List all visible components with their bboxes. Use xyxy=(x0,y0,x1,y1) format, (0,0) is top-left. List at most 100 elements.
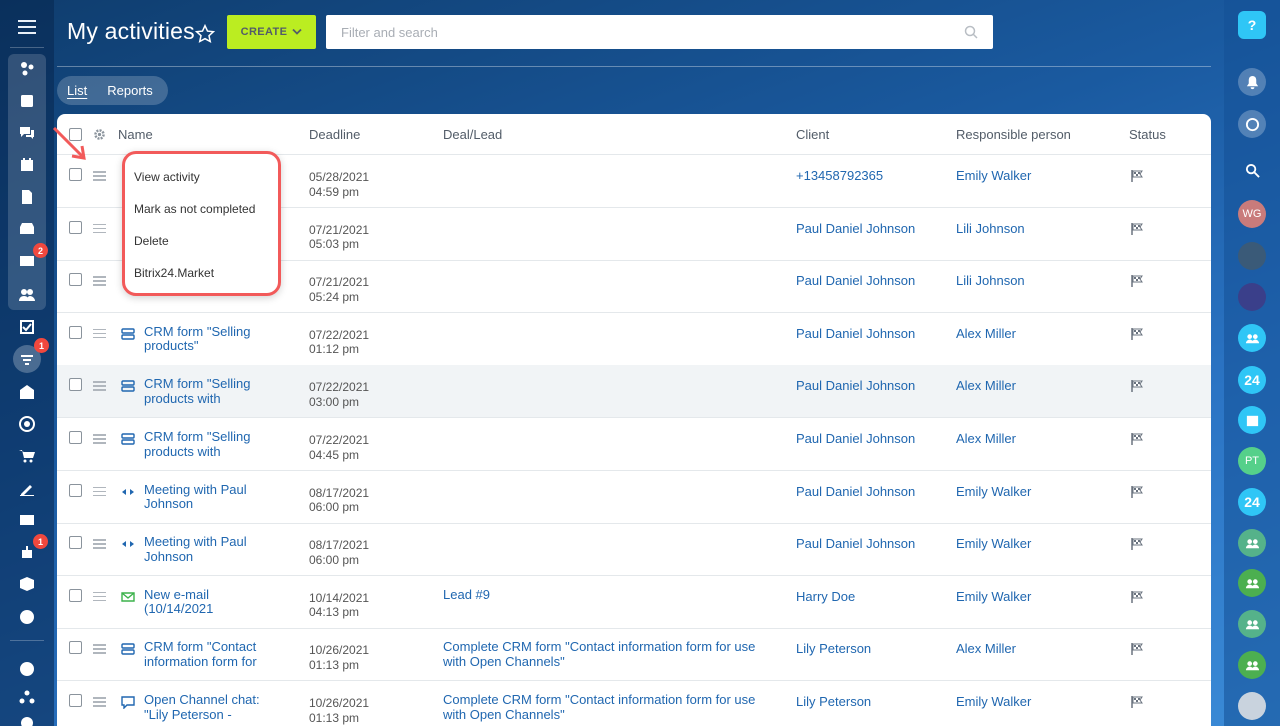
row-menu-icon[interactable] xyxy=(93,434,106,444)
row-menu-icon[interactable] xyxy=(93,276,106,286)
checklist-icon[interactable] xyxy=(16,316,38,338)
activities-icon[interactable]: 1 xyxy=(13,338,49,373)
row-menu-icon[interactable] xyxy=(93,223,106,234)
flag-icon[interactable] xyxy=(1130,485,1144,499)
contacts-icon[interactable] xyxy=(16,284,38,306)
row-checkbox[interactable] xyxy=(69,325,82,339)
row-menu-icon[interactable] xyxy=(93,486,106,497)
row-checkbox[interactable] xyxy=(69,378,82,392)
tab-list[interactable]: List xyxy=(57,83,97,98)
responsible-link[interactable]: Emily Walker xyxy=(956,694,1031,710)
activity-name[interactable]: Meeting with Paul Johnson xyxy=(144,535,294,564)
calendar-icon[interactable] xyxy=(16,154,38,176)
client-link[interactable]: Paul Daniel Johnson xyxy=(796,326,915,342)
column-responsible[interactable]: Responsible person xyxy=(956,127,1071,142)
row-checkbox[interactable] xyxy=(69,536,82,550)
mail-icon[interactable]: 2 xyxy=(16,243,48,272)
row-checkbox[interactable] xyxy=(69,641,82,655)
bell-icon[interactable] xyxy=(1238,68,1266,96)
table-row[interactable]: CRM form "Selling products" 07/22/2021 01:1… xyxy=(57,313,1211,366)
help-icon[interactable] xyxy=(16,658,38,680)
search-people-icon[interactable] xyxy=(1238,156,1266,184)
row-menu-icon[interactable] xyxy=(93,539,106,549)
flag-icon[interactable] xyxy=(1130,327,1144,341)
client-link[interactable]: Paul Daniel Johnson xyxy=(796,484,915,500)
flag-icon[interactable] xyxy=(1130,222,1144,236)
activity-name[interactable]: CRM form "Selling products with xyxy=(144,377,294,406)
sitemap-icon[interactable] xyxy=(16,686,38,708)
responsible-link[interactable]: Emily Walker xyxy=(956,589,1031,605)
documents-icon[interactable] xyxy=(16,186,38,208)
activity-name[interactable]: CRM form "Selling products with xyxy=(144,429,294,459)
column-status[interactable]: Status xyxy=(1129,127,1166,142)
cart-icon[interactable] xyxy=(16,445,38,467)
avatar-pt[interactable]: PT xyxy=(1238,447,1266,475)
group-icon[interactable] xyxy=(1238,610,1266,638)
table-row[interactable]: CRM form "Selling products with 07/22/2021… xyxy=(57,365,1211,419)
row-menu-icon[interactable] xyxy=(93,644,106,654)
column-deadline[interactable]: Deadline xyxy=(309,127,360,142)
responsible-link[interactable]: Alex Miller xyxy=(956,379,1016,394)
bitrix24-icon[interactable]: 24 xyxy=(1238,366,1266,394)
row-menu-icon[interactable] xyxy=(93,328,106,339)
responsible-link[interactable]: Alex Miller xyxy=(956,326,1016,342)
flag-icon[interactable] xyxy=(1130,695,1144,709)
messenger-icon[interactable] xyxy=(1238,110,1266,138)
responsible-link[interactable]: Emily Walker xyxy=(956,537,1031,552)
responsible-link[interactable]: Alex Miller xyxy=(956,431,1016,447)
column-client[interactable]: Client xyxy=(796,127,829,142)
table-row[interactable]: Meeting with Paul Johnson 08/17/2021 06:00 … xyxy=(57,523,1211,577)
search-input[interactable] xyxy=(341,24,941,40)
row-menu-icon[interactable] xyxy=(93,381,106,391)
flag-icon[interactable] xyxy=(1130,590,1144,604)
bitrix24-icon[interactable]: 24 xyxy=(1238,488,1266,516)
group-icon[interactable] xyxy=(1238,569,1266,597)
group-icon[interactable] xyxy=(1238,529,1266,557)
row-menu-icon[interactable] xyxy=(93,591,106,602)
table-row[interactable]: New e-mail (10/14/2021 10/14/2021 04:13 pm L… xyxy=(57,576,1211,629)
activity-name[interactable]: Meeting with Paul Johnson xyxy=(144,482,294,512)
row-checkbox[interactable] xyxy=(69,483,82,497)
deal-link[interactable]: Complete CRM form "Contact information f… xyxy=(443,640,783,669)
sign-icon[interactable] xyxy=(16,477,38,499)
box-icon[interactable] xyxy=(16,573,38,595)
target-icon[interactable] xyxy=(16,413,38,435)
flag-icon[interactable] xyxy=(1130,379,1144,393)
search-icon[interactable] xyxy=(964,25,978,39)
column-name[interactable]: Name xyxy=(118,127,153,142)
table-row[interactable]: CRM form "Selling products with 07/22/2021… xyxy=(57,418,1211,471)
responsible-link[interactable]: Emily Walker xyxy=(956,484,1031,500)
row-checkbox[interactable] xyxy=(69,168,82,181)
activity-name[interactable]: Open Channel chat: "Lily Peterson - xyxy=(144,692,294,722)
row-checkbox[interactable] xyxy=(69,431,82,444)
calendar-icon[interactable] xyxy=(1238,406,1266,434)
menu-view-activity[interactable]: View activity xyxy=(134,170,200,184)
client-link[interactable]: Paul Daniel Johnson xyxy=(796,379,915,394)
client-link[interactable]: Lily Peterson xyxy=(796,694,871,710)
more-icon[interactable] xyxy=(16,606,38,628)
create-button[interactable]: CREATE xyxy=(227,15,316,49)
client-link[interactable]: +13458792365 xyxy=(796,168,883,184)
menu-mark-not-completed[interactable]: Mark as not completed xyxy=(134,202,255,216)
client-link[interactable]: Harry Doe xyxy=(796,589,855,605)
flag-icon[interactable] xyxy=(1130,537,1144,551)
flag-icon[interactable] xyxy=(1130,432,1144,446)
responsible-link[interactable]: Lili Johnson xyxy=(956,221,1025,237)
group-chat-icon[interactable] xyxy=(1238,324,1266,352)
row-menu-icon[interactable] xyxy=(93,171,106,181)
avatar[interactable] xyxy=(1238,283,1266,311)
client-link[interactable]: Paul Daniel Johnson xyxy=(796,537,915,552)
client-link[interactable]: Paul Daniel Johnson xyxy=(796,431,915,447)
deal-link[interactable]: Lead #9 xyxy=(443,587,783,603)
client-link[interactable]: Paul Daniel Johnson xyxy=(796,221,915,237)
activity-name[interactable]: CRM form "Contact information form for xyxy=(144,640,294,669)
client-link[interactable]: Paul Daniel Johnson xyxy=(796,274,915,289)
row-checkbox[interactable] xyxy=(69,273,82,287)
drive-icon[interactable] xyxy=(16,218,38,240)
feed-icon[interactable] xyxy=(16,58,38,80)
row-checkbox[interactable] xyxy=(69,694,82,707)
row-checkbox[interactable] xyxy=(69,220,82,234)
client-link[interactable]: Lily Peterson xyxy=(796,642,871,657)
tab-reports[interactable]: Reports xyxy=(97,83,163,98)
avatar-wg[interactable]: WG xyxy=(1238,200,1266,228)
